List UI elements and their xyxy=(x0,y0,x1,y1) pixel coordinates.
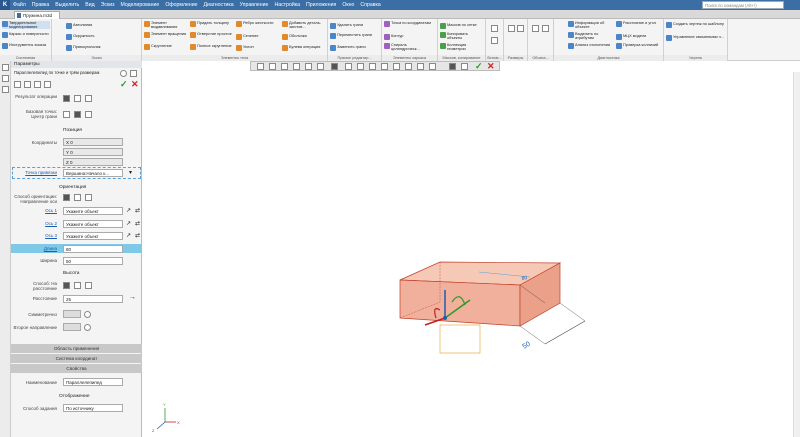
triad-x-label: X xyxy=(177,420,180,425)
dim-extension-line xyxy=(559,302,586,322)
width-dimension-label[interactable]: 50 xyxy=(522,341,532,351)
triad-z-axis xyxy=(156,421,166,430)
width-dimension-line xyxy=(544,320,586,345)
box-front-face[interactable] xyxy=(399,279,521,327)
origin-point[interactable] xyxy=(443,316,447,320)
triad-z-label: Z xyxy=(152,428,155,433)
viewport-graphics: 50 80 Y X Z xyxy=(152,261,586,433)
triad-y-label: Y xyxy=(163,402,166,407)
dim-extension-line xyxy=(519,325,546,345)
placement-frame xyxy=(439,324,481,354)
